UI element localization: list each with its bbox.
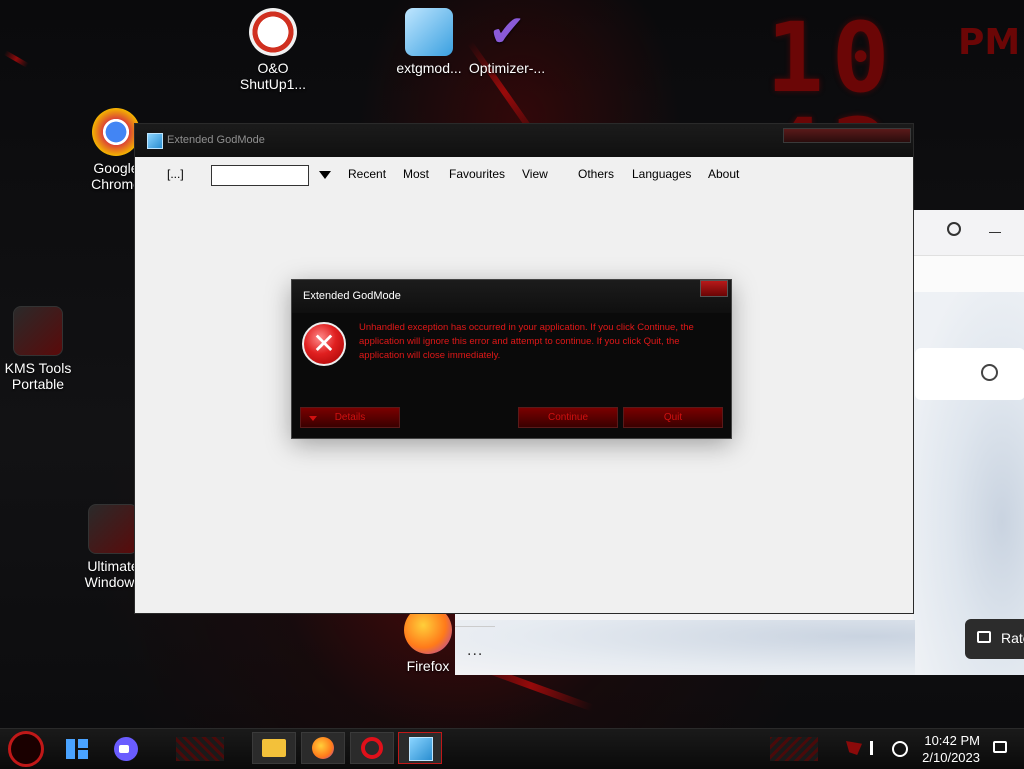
taskbar-decoration — [176, 737, 224, 761]
snap-layouts-icon[interactable] — [66, 739, 88, 759]
dialog-titlebar[interactable]: Extended GodMode — [292, 280, 731, 313]
menu-most[interactable]: Most — [403, 167, 429, 181]
quit-button[interactable]: Quit — [623, 407, 723, 428]
rate-button-label: Rate — [1001, 630, 1024, 646]
taskbar-firefox[interactable] — [301, 732, 345, 764]
network-globe-icon[interactable] — [892, 741, 908, 757]
details-button[interactable]: Details — [300, 407, 400, 428]
kms-tools-icon — [13, 306, 63, 356]
desktop-icon-extgmod[interactable]: extgmod... — [384, 8, 474, 76]
more-options-icon[interactable]: ... — [467, 642, 483, 660]
window-controls[interactable] — [783, 128, 911, 143]
menu-favourites[interactable]: Favourites — [449, 167, 505, 181]
meet-icon[interactable] — [114, 737, 138, 761]
window-title: Extended GodMode — [167, 134, 265, 146]
wallpaper-streak — [3, 50, 29, 68]
menu-others[interactable]: Others — [578, 167, 614, 181]
shutup-icon — [249, 8, 297, 56]
menu-view[interactable]: View — [522, 167, 548, 181]
notification-icon[interactable] — [993, 741, 1007, 753]
continue-button[interactable]: Continue — [518, 407, 618, 428]
browse-button[interactable]: [...] — [167, 167, 184, 181]
desktop-icon-optimizer[interactable]: ✔ Optimizer-... — [462, 7, 552, 77]
dialog-title: Extended GodMode — [303, 290, 401, 302]
error-message: Unhandled exception has occurred in your… — [359, 322, 694, 361]
error-dialog: Extended GodMode ✕ Unhandled exception h… — [291, 279, 732, 439]
menu-recent[interactable]: Recent — [348, 167, 386, 181]
chrome-icon — [92, 108, 140, 156]
taskbar-time: 10:42 PM — [924, 733, 980, 748]
desktop-icon-label: O&O ShutUp1... — [239, 60, 307, 92]
error-icon: ✕ — [302, 322, 346, 366]
godmode-icon — [405, 8, 453, 56]
msi-dragon-icon[interactable] — [846, 741, 862, 755]
background-search-box[interactable] — [915, 348, 1024, 400]
desktop-icon-oo-shutup[interactable]: O&O ShutUp1... — [228, 8, 318, 92]
menu-languages[interactable]: Languages — [632, 167, 691, 181]
window-titlebar[interactable]: Extended GodMode — [135, 124, 913, 157]
taskbar-file-explorer[interactable] — [252, 732, 296, 764]
background-window-hero-image-lower — [455, 620, 915, 675]
taskbar: 10:42 PM 2/10/2023 — [0, 728, 1024, 769]
search-icon[interactable] — [947, 222, 961, 236]
desktop-icon-label: KMS Tools Portable — [4, 360, 72, 392]
search-icon — [981, 364, 998, 381]
opera-icon — [361, 737, 383, 759]
taskbar-date: 2/10/2023 — [922, 750, 980, 765]
start-button[interactable] — [8, 731, 44, 767]
taskbar-opera[interactable] — [350, 732, 394, 764]
firefox-icon — [404, 606, 452, 654]
desktop-icon-label: Optimizer-... — [468, 60, 546, 76]
close-button[interactable] — [700, 280, 728, 297]
ultimate-windows-icon — [88, 504, 138, 554]
speaker-muted-icon[interactable] — [870, 741, 889, 755]
dropdown-arrow-icon[interactable] — [319, 171, 331, 179]
folder-icon — [262, 739, 286, 757]
background-window-strip — [910, 255, 1024, 296]
feedback-icon — [977, 631, 991, 643]
firefox-icon — [312, 737, 334, 759]
chevron-down-icon — [309, 416, 317, 421]
taskbar-decoration — [770, 737, 818, 761]
menu-about[interactable]: About — [708, 167, 739, 181]
minimize-icon[interactable] — [989, 232, 1001, 233]
desktop-clock-ampm: PM — [958, 22, 1021, 63]
taskbar-extended-godmode[interactable] — [398, 732, 442, 764]
search-input[interactable] — [211, 165, 309, 186]
app-icon — [147, 133, 163, 149]
desktop-icon-kms-tools[interactable]: KMS Tools Portable — [0, 306, 83, 392]
taskbar-clock[interactable]: 10:42 PM 2/10/2023 — [914, 732, 980, 766]
divider — [455, 626, 495, 627]
desktop-icon-label: extgmod... — [396, 60, 462, 76]
details-button-label: Details — [334, 412, 366, 423]
godmode-icon — [409, 737, 433, 761]
checkmark-icon: ✔ — [488, 7, 526, 56]
rate-button[interactable]: Rate — [965, 619, 1024, 659]
